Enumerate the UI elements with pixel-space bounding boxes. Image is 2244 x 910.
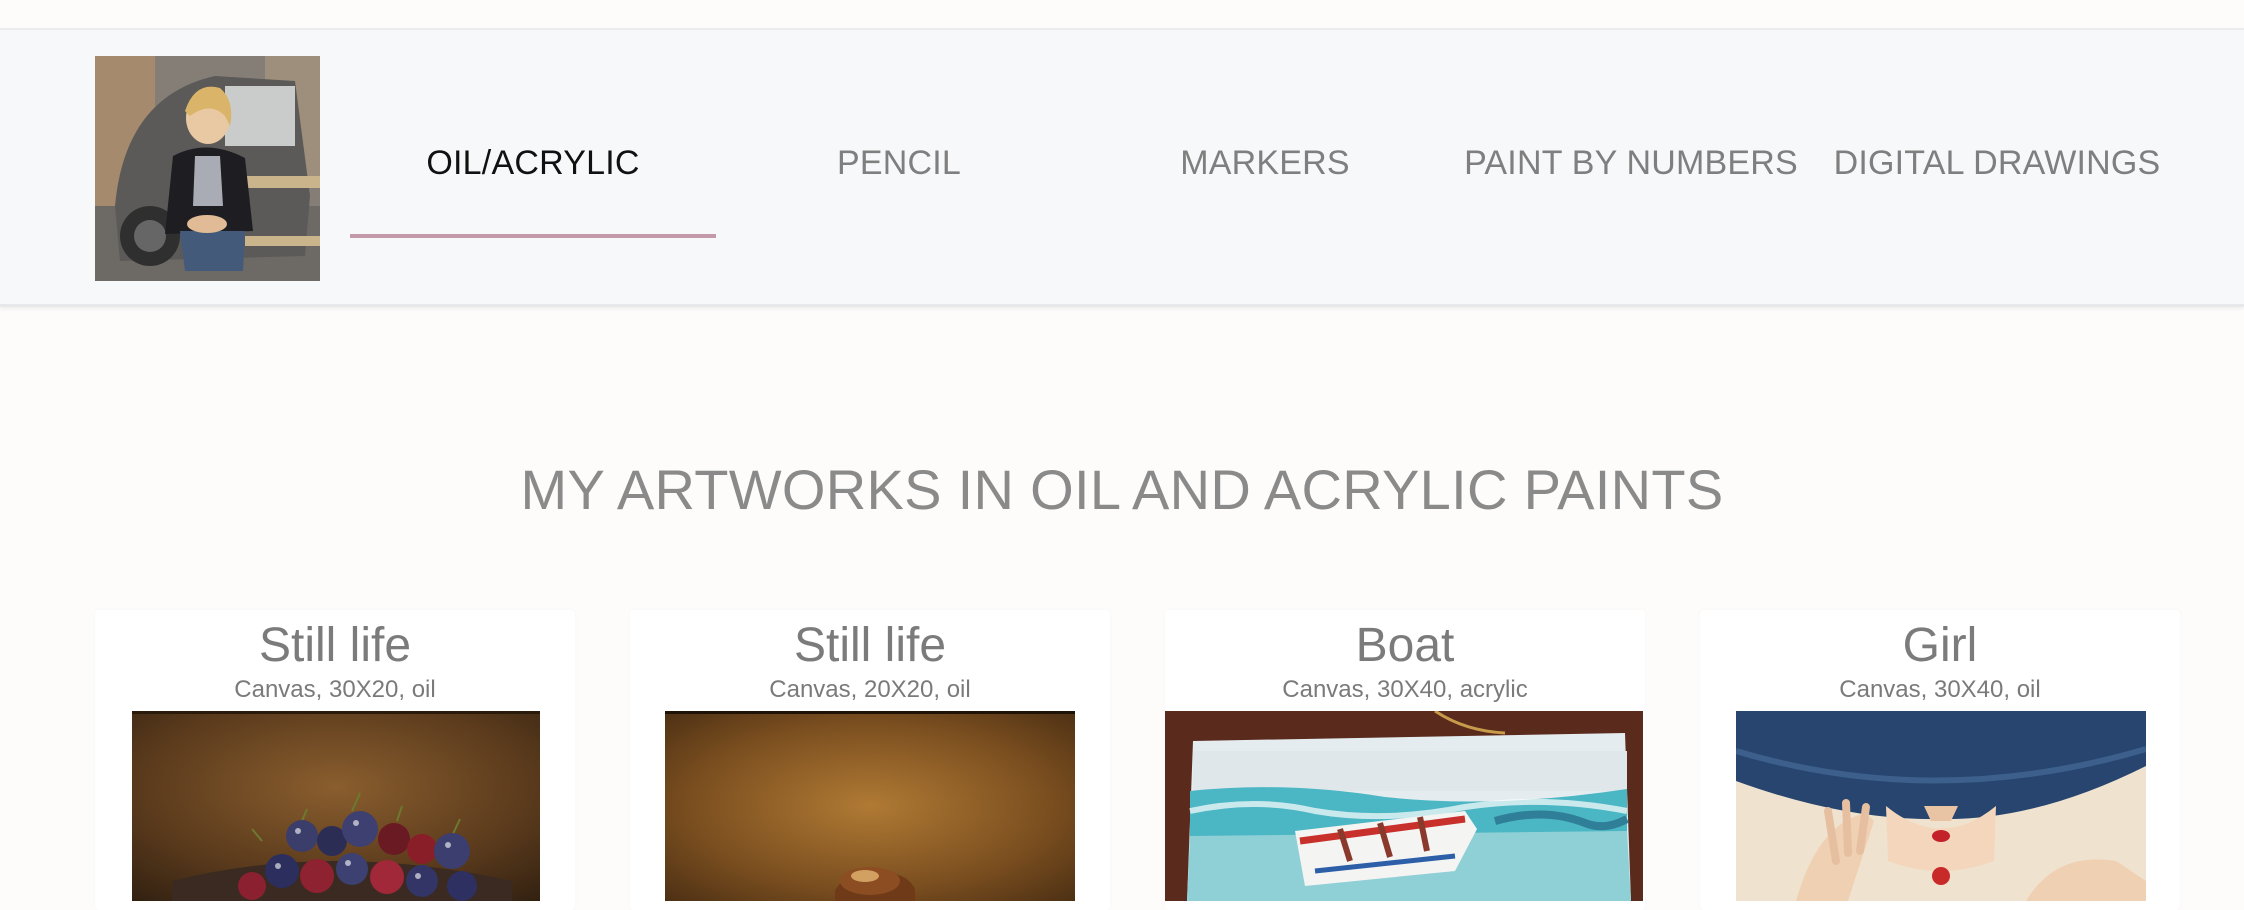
artist-photo[interactable] bbox=[95, 56, 320, 281]
nav-tab-digital-drawings[interactable]: DIGITAL DRAWINGS bbox=[1814, 130, 2180, 210]
artwork-details: Canvas, 20X20, oil bbox=[769, 676, 971, 703]
nav-tab-markers[interactable]: MARKERS bbox=[1082, 130, 1448, 210]
artist-photo-image bbox=[95, 56, 320, 281]
artwork-card[interactable]: Still life Canvas, 20X20, oil bbox=[630, 610, 1110, 910]
nav-tab-label: PAINT BY NUMBERS bbox=[1464, 144, 1798, 182]
artwork-title: Girl bbox=[1902, 619, 1978, 672]
artwork-image-cherries[interactable] bbox=[132, 711, 540, 901]
artwork-details: Canvas, 30X40, oil bbox=[1839, 676, 2041, 703]
nav-tab-label: MARKERS bbox=[1180, 144, 1350, 182]
top-strip bbox=[0, 0, 2244, 30]
artwork-details: Canvas, 30X40, acrylic bbox=[1282, 676, 1528, 703]
artwork-image-still-life[interactable] bbox=[665, 711, 1075, 901]
artwork-card[interactable]: Still life Canvas, 30X20, oil bbox=[95, 610, 575, 910]
nav-tab-label: DIGITAL DRAWINGS bbox=[1833, 144, 2161, 182]
nav-tab-label: PENCIL bbox=[836, 144, 962, 182]
artwork-title: Still life bbox=[258, 619, 412, 672]
artwork-card[interactable]: Boat Canvas, 30X40, acrylic bbox=[1165, 610, 1645, 910]
artwork-card[interactable]: Girl Canvas, 30X40, oil bbox=[1700, 610, 2180, 910]
nav-tab-pencil[interactable]: PENCIL bbox=[716, 130, 1082, 210]
artwork-image-boat[interactable] bbox=[1165, 711, 1643, 901]
artwork-title: Boat bbox=[1355, 619, 1455, 672]
artwork-title: Still life bbox=[793, 619, 947, 672]
site-header: OIL/ACRYLIC PENCIL MARKERS PAINT BY NUMB… bbox=[0, 30, 2244, 307]
nav-tab-oil-acrylic[interactable]: OIL/ACRYLIC bbox=[350, 130, 716, 238]
artwork-details: Canvas, 30X20, oil bbox=[234, 676, 436, 703]
page-title: MY ARTWORKS IN OIL AND ACRYLIC PAINTS bbox=[520, 458, 1724, 521]
category-nav: OIL/ACRYLIC PENCIL MARKERS PAINT BY NUMB… bbox=[350, 130, 2182, 238]
nav-tab-label: OIL/ACRYLIC bbox=[426, 144, 640, 182]
artwork-image-girl[interactable] bbox=[1736, 711, 2146, 901]
nav-tab-paint-by-numbers[interactable]: PAINT BY NUMBERS bbox=[1448, 130, 1814, 210]
